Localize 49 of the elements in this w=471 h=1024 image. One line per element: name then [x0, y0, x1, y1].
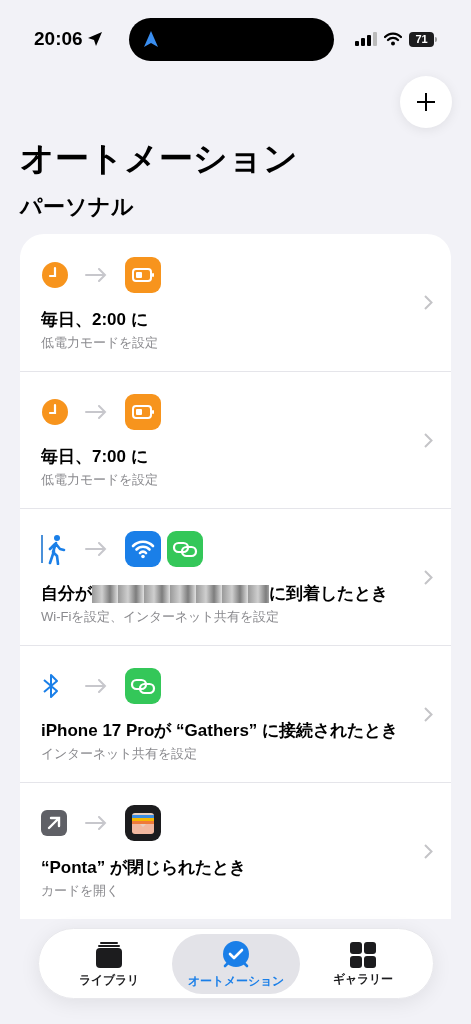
link-icon [125, 668, 161, 704]
automation-title: 自分が に到着したとき [41, 583, 389, 605]
automation-title: 毎日、2:00 に [41, 308, 149, 331]
chevron-right-icon [424, 432, 433, 448]
battery-icon [125, 394, 161, 430]
add-button[interactable] [400, 76, 452, 128]
section-header: パーソナル [18, 193, 135, 221]
plus-icon [416, 92, 436, 112]
arrow-icon [85, 267, 107, 282]
battery-indicator: 71 [409, 31, 437, 47]
page-title: オートメーション [19, 138, 299, 179]
chevron-right-icon [424, 569, 433, 585]
chevron-right-icon [424, 843, 433, 859]
automation-subtitle: 低電力モードを設定 [41, 333, 159, 352]
wallet-icon [125, 805, 161, 841]
automation-subtitle: 低電力モードを設定 [41, 471, 159, 489]
navigation-arrow-icon [144, 31, 158, 47]
grid-icon [350, 941, 377, 968]
checkmark-clock-icon [221, 939, 251, 970]
tab[interactable]: ライブラリ [45, 933, 173, 994]
wifi-icon [125, 531, 161, 567]
arrow-icon [85, 542, 107, 556]
automation-subtitle: Wi-Fiを設定、インターネット共有を設定 [41, 608, 281, 626]
signal-icon [355, 32, 377, 46]
chevron-right-icon [424, 295, 433, 310]
stack-icon [94, 940, 123, 969]
automation-subtitle: カードを開く [41, 882, 120, 900]
wifi-signal-icon [384, 32, 402, 46]
automation-row[interactable]: 毎日、2:00 に 低電力モードを設定 [20, 234, 451, 371]
automation-subtitle: インターネット共有を設定 [41, 745, 198, 763]
arrow-icon [85, 405, 107, 419]
automation-row[interactable]: iPhone 17 Proが “Gathers” に接続されたとき インターネット共有を設定 [20, 645, 451, 782]
automation-title: iPhone 17 Proが “Gathers” に接続されたとき [41, 720, 400, 742]
clock-icon [41, 398, 69, 426]
clock-icon [41, 260, 69, 289]
automation-title: 毎日、7:00 に [41, 446, 149, 468]
automation-row[interactable]: 自分が に到着したとき Wi-Fiを設定、インターネット共有を設定 [20, 508, 451, 645]
bluetooth-icon [41, 672, 61, 700]
chevron-right-icon [424, 706, 433, 722]
location-arrow-icon [86, 31, 103, 47]
status-time: 20:06 [34, 26, 83, 51]
automation-row[interactable]: 毎日、7:00 に 低電力モードを設定 [20, 371, 451, 508]
battery-icon [125, 256, 161, 293]
arrow-icon [85, 679, 107, 693]
arrow-icon [85, 816, 107, 830]
link-icon [167, 531, 203, 567]
automation-row[interactable]: “Ponta” が閉じられたとき カードを開く [20, 782, 451, 919]
automation-title: “Ponta” が閉じられたとき [41, 857, 247, 879]
tab[interactable]: ギャラリー [299, 933, 427, 994]
